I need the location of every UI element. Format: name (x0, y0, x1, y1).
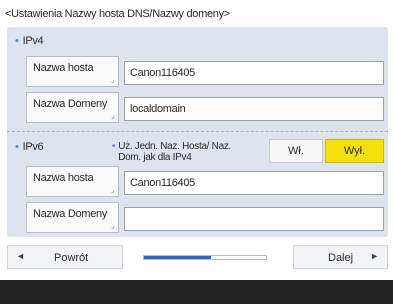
ipv6-host-name-label: Nazwa hosta (33, 172, 94, 184)
back-button-label: Powrót (54, 252, 89, 264)
ipv6-host-name-field[interactable]: Canon116405 (124, 171, 384, 195)
ipv4-domain-name-field[interactable]: localdomain (124, 97, 384, 121)
ipv4-label-text: IPv4 (22, 35, 44, 47)
ipv4-domain-name-button[interactable]: Nazwa Domeny ⌟ (26, 92, 119, 123)
ipv4-domain-name-label: Nazwa Domeny (33, 98, 108, 110)
screen-title: <Ustawienia Nazwy hosta DNS/Nazwy domeny… (5, 8, 230, 20)
same-as-ipv4-label: • Uż. Jedn. Naz. Hosta/ Naz. Dom. jak dla… (112, 141, 238, 163)
bullet-dot-icon: • (15, 35, 19, 47)
section-divider (7, 131, 388, 132)
bullet-dot-icon: • (15, 141, 19, 153)
bullet-dot-icon: • (112, 141, 116, 152)
corner-arrow-icon: ⌟ (111, 223, 114, 230)
ipv6-domain-name-field[interactable] (124, 207, 384, 231)
progress-bar (143, 255, 267, 260)
right-triangle-icon: ► (370, 251, 379, 261)
corner-arrow-icon: ⌟ (111, 187, 114, 194)
corner-arrow-icon: ⌟ (111, 77, 114, 84)
ipv4-host-name-label: Nazwa hosta (33, 62, 94, 74)
ipv4-host-name-field[interactable]: Canon116405 (124, 61, 384, 85)
toggle-off-button[interactable]: Wył. (325, 139, 384, 163)
progress-fill (144, 256, 212, 259)
ipv6-host-name-button[interactable]: Nazwa hosta ⌟ (26, 166, 119, 197)
next-button[interactable]: Dalej ► (293, 245, 388, 269)
back-button[interactable]: ◄ Powrót (7, 245, 123, 269)
ipv6-section-label: • IPv6 (15, 141, 44, 153)
same-as-ipv4-text: Uż. Jedn. Naz. Hosta/ Naz. Dom. jak dla … (118, 141, 232, 163)
next-button-label: Dalej (328, 252, 354, 264)
ipv6-domain-name-button[interactable]: Nazwa Domeny ⌟ (26, 202, 119, 233)
toggle-on-button[interactable]: Wł. (269, 139, 323, 163)
corner-arrow-icon: ⌟ (111, 113, 114, 120)
ipv4-host-name-button[interactable]: Nazwa hosta ⌟ (26, 56, 119, 87)
ipv6-label-text: IPv6 (22, 141, 44, 153)
ipv4-section-label: • IPv4 (15, 35, 44, 47)
ipv6-domain-name-label: Nazwa Domeny (33, 208, 108, 220)
left-triangle-icon: ◄ (16, 251, 25, 261)
footer-bar (0, 280, 393, 304)
